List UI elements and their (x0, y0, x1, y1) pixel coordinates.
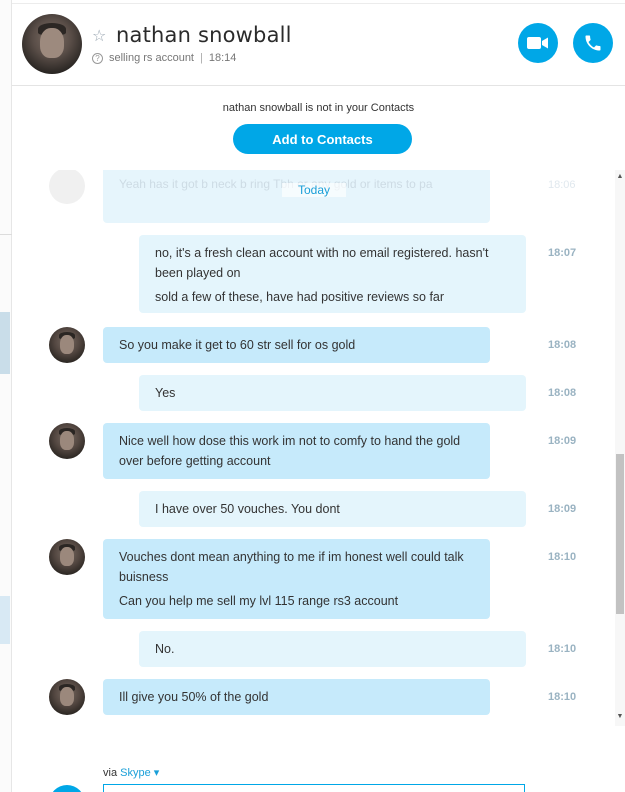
message-time: 18:10 (548, 643, 577, 655)
message-text: Ill give you 50% of the gold (119, 690, 269, 704)
left-panel-divider (0, 234, 12, 235)
contact-mood-line: ? selling rs account | 18:14 (92, 52, 236, 64)
via-label: via (103, 767, 118, 779)
outgoing-message[interactable]: Yes (139, 375, 526, 411)
message-time: 18:09 (548, 503, 577, 515)
contact-avatar-small[interactable] (49, 423, 85, 459)
compose-area: via Skype ▾ (12, 752, 625, 792)
not-in-contacts-text: nathan snowball is not in your Contacts (222, 102, 415, 114)
message-text: No. (155, 642, 175, 656)
outgoing-message[interactable]: No. (139, 631, 526, 667)
scroll-thumb[interactable] (616, 454, 624, 614)
message-text: no, it's a fresh clean account with no e… (155, 246, 489, 280)
contact-avatar[interactable] (22, 14, 82, 74)
message-time: 18:09 (548, 435, 577, 447)
incoming-message[interactable]: Ill give you 50% of the gold (103, 679, 490, 715)
contact-mood: selling rs account (109, 52, 194, 64)
message-time: 18:08 (548, 387, 577, 399)
faded-message-time: 18:06 (548, 179, 576, 191)
message-time: 18:07 (548, 247, 577, 259)
incoming-message[interactable]: Vouches dont mean anything to me if im h… (103, 539, 490, 619)
chat-scrollbar[interactable]: ▲ ▼ (615, 170, 625, 726)
incoming-message[interactable]: So you make it get to 60 str sell for os… (103, 327, 490, 363)
outgoing-message[interactable]: no, it's a fresh clean account with no e… (139, 235, 526, 313)
message-text: sold a few of these, have had positive r… (155, 290, 445, 304)
faded-message-text: Yeah has it got b neck b ring Tbh or any… (119, 177, 433, 191)
contact-local-time: 18:14 (208, 52, 237, 64)
question-mark-icon: ? (92, 52, 103, 64)
left-panel-edge (0, 0, 12, 792)
add-to-contacts-button[interactable]: Add to Contacts (233, 124, 412, 154)
video-call-button[interactable] (518, 23, 558, 63)
faded-avatar (49, 170, 85, 204)
mood-separator: | (200, 52, 203, 64)
star-outline-icon[interactable]: ☆ (92, 26, 106, 46)
via-service-link[interactable]: Skype (120, 767, 151, 779)
outgoing-message[interactable]: I have over 50 vouches. You dont (139, 491, 526, 527)
incoming-message[interactable]: Nice well how dose this work im not to c… (103, 423, 490, 479)
message-time: 18:10 (548, 551, 577, 563)
contact-name[interactable]: nathan snowball (116, 23, 292, 47)
message-text: Yes (155, 386, 176, 400)
send-via-selector[interactable]: via Skype ▾ (103, 766, 159, 779)
message-text: Vouches dont mean anything to me if im h… (119, 550, 464, 584)
chevron-down-icon[interactable]: ▾ (154, 767, 160, 779)
video-camera-icon (527, 37, 548, 49)
phone-icon (585, 35, 601, 51)
contact-avatar-small[interactable] (49, 539, 85, 575)
left-panel-selection (0, 312, 10, 374)
message-input[interactable] (103, 784, 525, 792)
self-avatar[interactable] (49, 785, 85, 792)
date-divider: Today (282, 183, 346, 197)
contact-avatar-small[interactable] (49, 327, 85, 363)
message-history[interactable]: Yeah has it got b neck b ring Tbh or any… (12, 170, 615, 750)
contact-avatar-small[interactable] (49, 679, 85, 715)
scroll-down-arrow-icon[interactable]: ▼ (615, 712, 625, 722)
audio-call-button[interactable] (573, 23, 613, 63)
message-text: I have over 50 vouches. You dont (155, 502, 340, 516)
scroll-up-arrow-icon[interactable]: ▲ (615, 172, 625, 182)
message-text: Nice well how dose this work im not to c… (119, 434, 461, 468)
left-panel-highlight (0, 596, 10, 644)
conversation-header: ☆ nathan snowball ? selling rs account |… (12, 4, 625, 86)
message-text: Can you help me sell my lvl 115 range rs… (119, 594, 399, 608)
message-text: So you make it get to 60 str sell for os… (119, 338, 356, 352)
message-time: 18:10 (548, 691, 577, 703)
message-time: 18:08 (548, 339, 577, 351)
not-in-contacts-banner: nathan snowball is not in your Contacts … (12, 87, 625, 169)
